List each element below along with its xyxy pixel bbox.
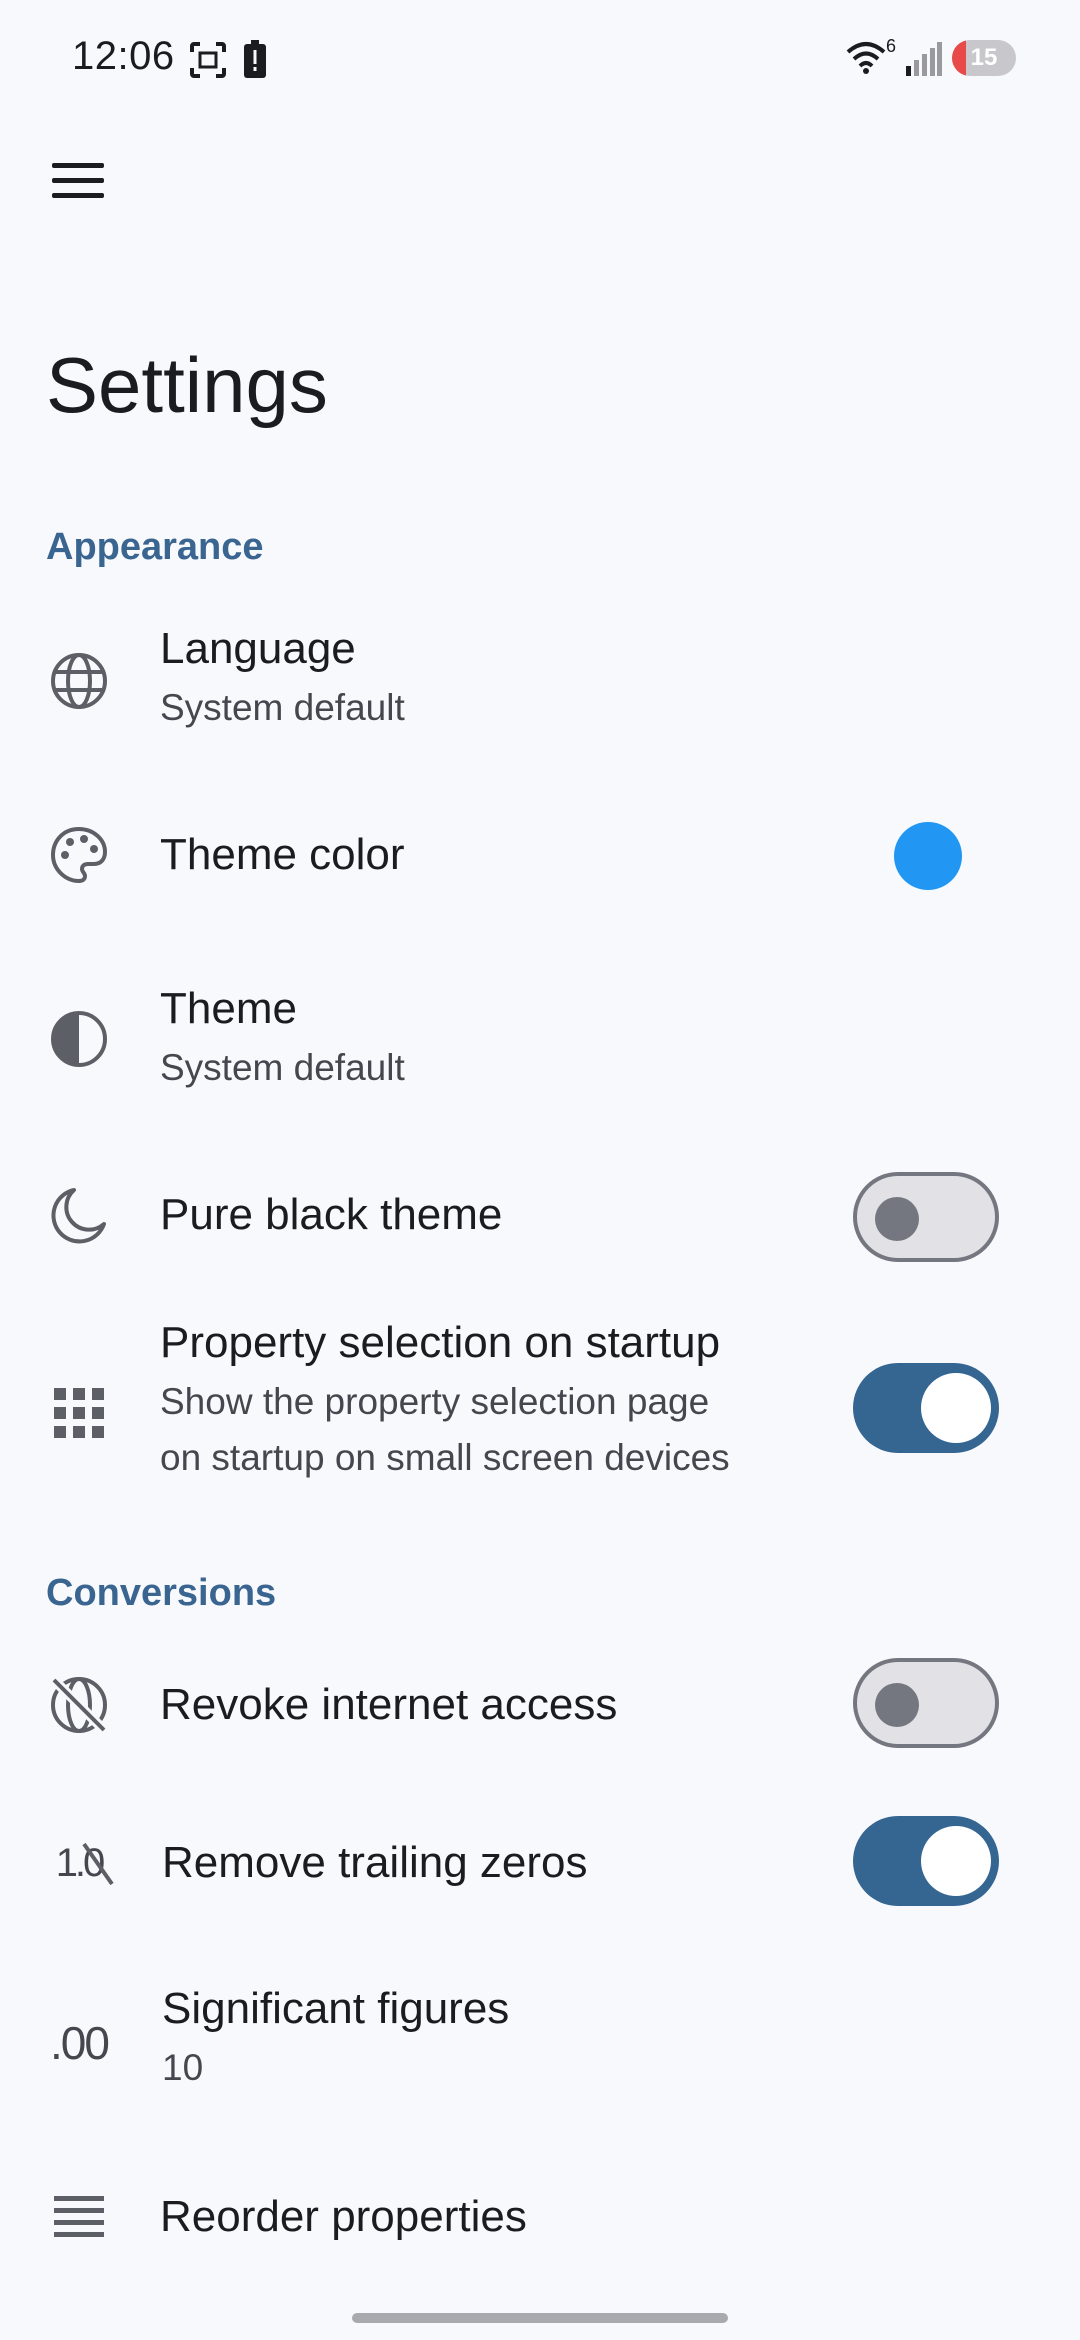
wifi-icon bbox=[846, 42, 886, 74]
section-header-conversions: Conversions bbox=[46, 1572, 277, 1614]
trailing-zeros-title: Remove trailing zeros bbox=[162, 1838, 588, 1887]
battery-icon: 15 bbox=[952, 40, 1016, 76]
property-selection-desc-line1: Show the property selection page bbox=[160, 1381, 710, 1422]
alert-battery-icon bbox=[244, 40, 266, 78]
pure-black-setting[interactable]: Pure black theme bbox=[0, 1160, 1080, 1270]
property-selection-title: Property selection on startup bbox=[160, 1318, 721, 1367]
language-value: System default bbox=[160, 687, 405, 728]
theme-color-setting[interactable]: Theme color bbox=[0, 800, 1080, 910]
theme-color-swatch[interactable] bbox=[894, 822, 962, 890]
contrast-icon bbox=[51, 1011, 107, 1067]
status-time: 12:06 bbox=[72, 34, 175, 78]
significant-figures-setting[interactable]: .00 Significant figures 10 bbox=[0, 1970, 1080, 2110]
property-selection-setting[interactable]: Property selection on startup Show the p… bbox=[0, 1310, 1080, 1510]
revoke-internet-setting[interactable]: Revoke internet access bbox=[0, 1650, 1080, 1760]
wifi-badge: 6 bbox=[886, 36, 897, 56]
moon-icon bbox=[51, 1188, 106, 1244]
revoke-internet-title: Revoke internet access bbox=[160, 1680, 618, 1729]
home-indicator[interactable] bbox=[352, 2313, 728, 2323]
language-setting[interactable]: Language System default bbox=[0, 610, 1080, 750]
decimal-icon: .00 bbox=[50, 2017, 110, 2069]
status-bar: 12:06 6 15 bbox=[0, 0, 1080, 120]
palette-icon bbox=[50, 826, 108, 884]
signal-icon bbox=[906, 42, 942, 76]
significant-figures-value: 10 bbox=[162, 2047, 204, 2088]
screenshot-icon bbox=[190, 42, 226, 78]
language-title: Language bbox=[160, 624, 356, 673]
property-selection-toggle[interactable] bbox=[853, 1363, 999, 1453]
no-internet-icon bbox=[50, 1676, 108, 1734]
pure-black-toggle[interactable] bbox=[853, 1172, 999, 1262]
reorder-properties-setting[interactable]: Reorder properties bbox=[0, 2162, 1080, 2272]
globe-icon bbox=[51, 653, 107, 709]
theme-title: Theme bbox=[160, 984, 297, 1033]
page-title: Settings bbox=[46, 341, 328, 429]
hamburger-menu-icon[interactable] bbox=[42, 148, 114, 212]
significant-figures-title: Significant figures bbox=[162, 1984, 510, 2033]
battery-level: 15 bbox=[970, 44, 998, 71]
theme-value: System default bbox=[160, 1047, 405, 1088]
pure-black-title: Pure black theme bbox=[160, 1190, 503, 1239]
reorder-icon bbox=[54, 2196, 104, 2237]
trailing-zeros-toggle[interactable] bbox=[853, 1816, 999, 1906]
reorder-properties-title: Reorder properties bbox=[160, 2192, 527, 2241]
revoke-internet-toggle[interactable] bbox=[853, 1658, 999, 1748]
theme-color-title: Theme color bbox=[160, 830, 405, 879]
grid-icon bbox=[54, 1388, 104, 1438]
section-header-appearance: Appearance bbox=[46, 526, 264, 568]
theme-setting[interactable]: Theme System default bbox=[0, 970, 1080, 1110]
property-selection-desc-line2: on startup on small screen devices bbox=[160, 1437, 730, 1478]
trailing-zeros-strike bbox=[82, 1842, 114, 1886]
trailing-zeros-setting[interactable]: 1.0 Remove trailing zeros bbox=[0, 1808, 1080, 1918]
